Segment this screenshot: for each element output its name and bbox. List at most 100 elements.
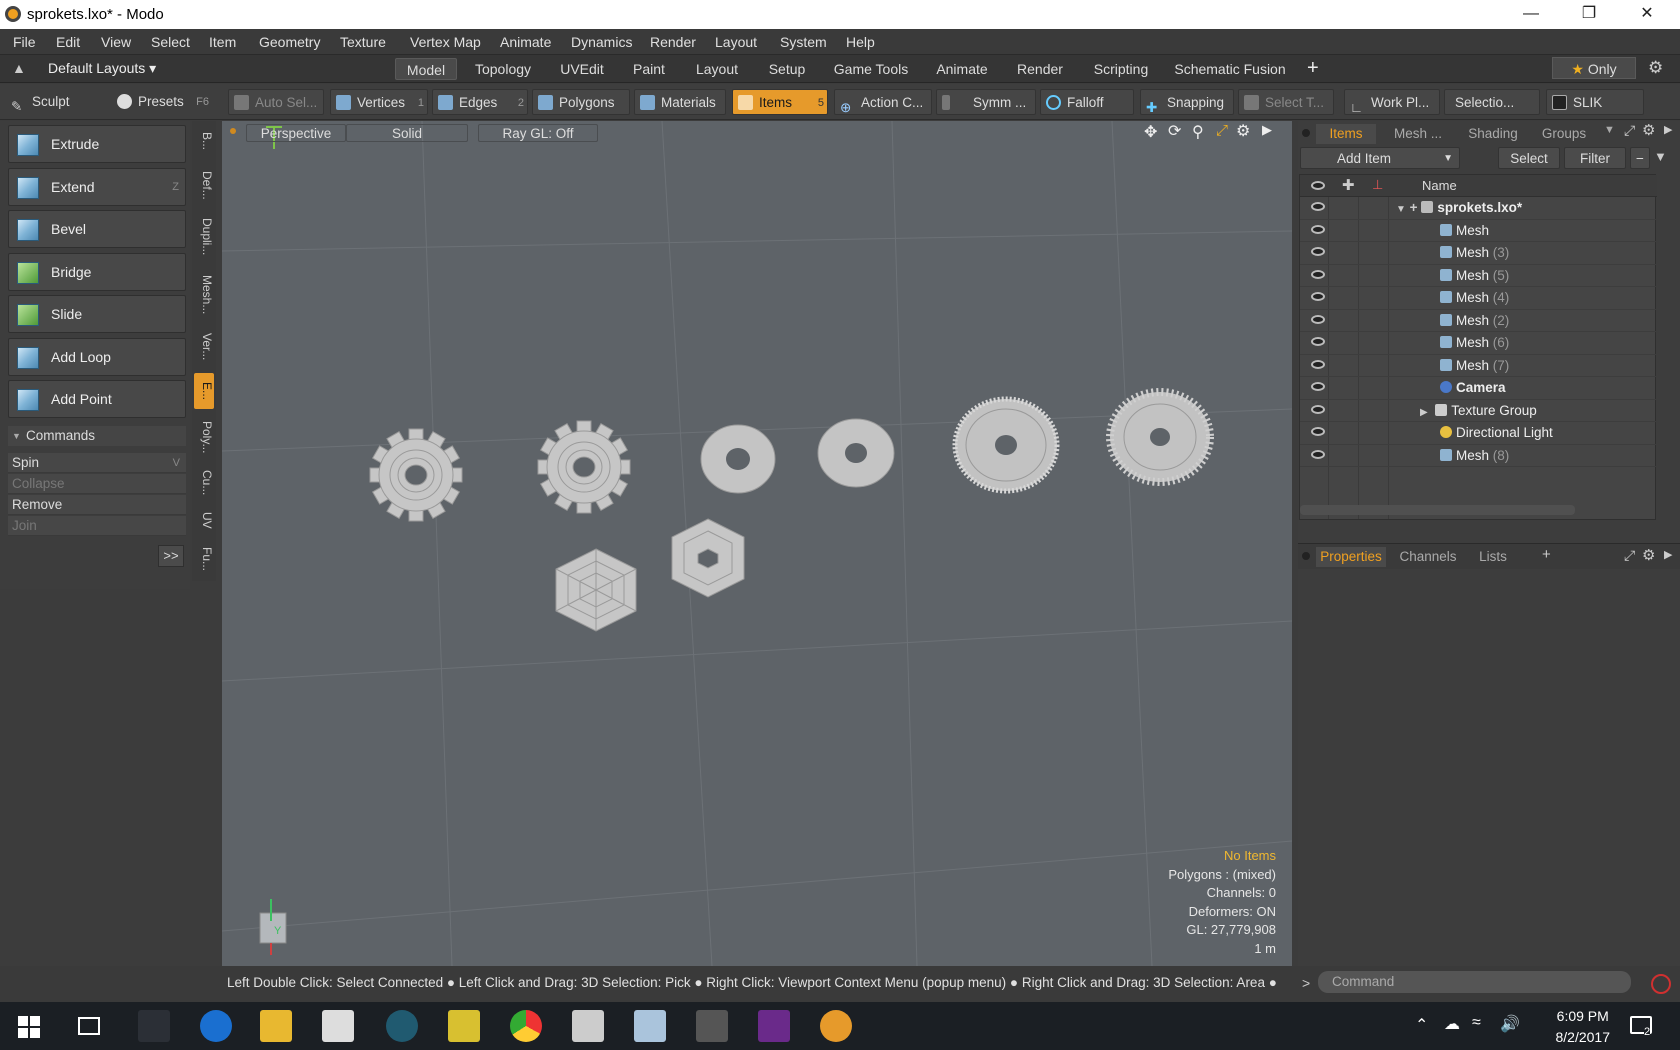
expand-panel-icon[interactable]: ⤢	[1624, 547, 1635, 564]
close-icon[interactable]: ✕	[1620, 0, 1674, 29]
chrome-icon[interactable]	[510, 1010, 542, 1042]
app-icon-yellow[interactable]	[448, 1010, 480, 1042]
funnel-icon[interactable]: ▼	[1654, 149, 1667, 164]
panel-gear-icon[interactable]: ⚙	[1642, 546, 1655, 564]
list-item[interactable]: Mesh (6)	[1300, 332, 1657, 355]
tabs-dropdown-icon[interactable]: ▼	[1604, 124, 1615, 136]
menu-select[interactable]: Select	[151, 34, 190, 50]
mail-icon[interactable]	[322, 1010, 354, 1042]
select-button[interactable]: Select	[1498, 147, 1560, 169]
panel-arrow-icon[interactable]: ▶	[1664, 123, 1672, 136]
remove-command[interactable]: Remove	[8, 495, 186, 515]
tab-paint[interactable]: Paint	[624, 58, 674, 80]
list-item[interactable]: Camera	[1300, 377, 1657, 400]
list-item[interactable]: Mesh (3)	[1300, 242, 1657, 265]
vtab-vertex[interactable]: Ver...	[194, 327, 214, 367]
menu-item[interactable]: Item	[209, 34, 236, 50]
vtab-edge[interactable]: E...	[194, 373, 214, 409]
select-through-button[interactable]: Select T...	[1238, 89, 1334, 115]
wifi-icon[interactable]: ≈	[1472, 1014, 1481, 1032]
collapse-list-icon[interactable]: −	[1630, 147, 1650, 169]
menu-file[interactable]: File	[13, 34, 36, 50]
eye-icon[interactable]	[1311, 427, 1325, 436]
menu-vertex-map[interactable]: Vertex Map	[410, 34, 481, 50]
tab-render[interactable]: Render	[1010, 58, 1070, 80]
eye-icon[interactable]	[1311, 292, 1325, 301]
calculator-icon[interactable]	[696, 1010, 728, 1042]
tab-setup[interactable]: Setup	[760, 58, 814, 80]
collapse-command[interactable]: Collapse	[8, 474, 186, 494]
zoom-icon[interactable]: ⚲	[1192, 122, 1204, 142]
restore-icon[interactable]: ❐	[1562, 0, 1616, 29]
store-icon[interactable]	[138, 1010, 170, 1042]
expand-triangle-icon[interactable]: ▼	[1396, 204, 1406, 215]
commands-header[interactable]: ▼ Commands	[8, 426, 186, 446]
tray-chevron-icon[interactable]: ⌃	[1415, 1015, 1428, 1035]
axis-header-icon[interactable]: ⊥	[1372, 177, 1383, 193]
vtab-b[interactable]: B...	[194, 127, 214, 155]
menu-system[interactable]: System	[780, 34, 827, 50]
vtab-curve[interactable]: Cu...	[194, 465, 214, 501]
panel-gear-icon[interactable]: ⚙	[1642, 121, 1655, 139]
eye-icon[interactable]	[1311, 314, 1325, 324]
symmetry-button[interactable]: Symm ...	[936, 89, 1036, 115]
menu-render[interactable]: Render	[650, 34, 696, 50]
windows-start-icon[interactable]	[18, 1016, 40, 1038]
modo-taskbar-icon[interactable]	[820, 1010, 852, 1042]
menu-layout[interactable]: Layout	[715, 34, 757, 50]
join-command[interactable]: Join	[8, 516, 186, 536]
extrude-button[interactable]: Extrude	[8, 125, 186, 163]
sprocket-gear-2[interactable]	[537, 420, 631, 514]
tab-uvedit[interactable]: UVEdit	[552, 58, 612, 80]
edges-button[interactable]: Edges 2	[432, 89, 528, 115]
app-icon-figure[interactable]	[572, 1010, 604, 1042]
add-item-dropdown[interactable]: Add Item ▼	[1300, 147, 1460, 169]
menu-geometry[interactable]: Geometry	[259, 34, 320, 50]
eye-icon[interactable]	[1311, 247, 1325, 256]
vtab-uv[interactable]: UV	[194, 505, 214, 535]
list-item[interactable]: Mesh (8)	[1300, 445, 1657, 467]
add-loop-button[interactable]: Add Loop	[8, 338, 186, 376]
items-button[interactable]: Items 5	[732, 89, 828, 115]
add-tab-icon[interactable]: +	[1307, 57, 1319, 80]
selection-sets-button[interactable]: Selectio...	[1444, 89, 1540, 115]
list-item[interactable]: Mesh (5)	[1300, 265, 1657, 287]
auto-select-button[interactable]: Auto Sel...	[228, 89, 324, 115]
eye-icon[interactable]	[1311, 269, 1325, 279]
menu-help[interactable]: Help	[846, 34, 875, 50]
list-item[interactable]: Mesh (7)	[1300, 355, 1657, 377]
bevel-button[interactable]: Bevel	[8, 210, 186, 248]
spin-command[interactable]: Spin V	[8, 453, 186, 473]
menu-view[interactable]: View	[101, 34, 131, 50]
list-item[interactable]: Directional Light	[1300, 422, 1657, 445]
tab-schematic-fusion[interactable]: Schematic Fusion	[1172, 58, 1288, 80]
minimize-icon[interactable]: —	[1504, 0, 1558, 29]
action-center-button[interactable]: ⊕ Action C...	[834, 89, 932, 115]
menu-texture[interactable]: Texture	[340, 34, 386, 50]
panel-arrow-icon[interactable]: ▶	[1664, 548, 1672, 561]
work-plane-button[interactable]: ∟ Work Pl...	[1344, 89, 1440, 115]
list-item[interactable]: Mesh	[1300, 220, 1657, 242]
vtab-deformers[interactable]: Def...	[194, 163, 214, 207]
taskbar-clock[interactable]: 6:09 PM 8/2/2017	[1556, 1006, 1611, 1048]
menu-animate[interactable]: Animate	[500, 34, 551, 50]
tab-groups[interactable]: Groups	[1534, 124, 1594, 144]
tab-scripting[interactable]: Scripting	[1086, 58, 1156, 80]
3d-viewport[interactable]: Y Perspective Solid Ray GL: Off ✥ ⟳ ⚲ ⤢ …	[222, 121, 1292, 966]
command-input[interactable]: Command	[1318, 971, 1631, 993]
eye-icon[interactable]	[1311, 224, 1325, 234]
tab-game-tools[interactable]: Game Tools	[828, 58, 914, 80]
maximize-icon[interactable]: ⤢	[1216, 122, 1228, 139]
tab-mesh-ops[interactable]: Mesh ...	[1386, 124, 1450, 144]
visibility-header-icon[interactable]	[1311, 181, 1325, 190]
viewport-arrow-icon[interactable]: ▶	[1262, 122, 1272, 138]
eye-icon[interactable]	[1311, 382, 1325, 391]
sprocket-gear-1[interactable]	[369, 428, 463, 522]
falloff-button[interactable]: Falloff	[1040, 89, 1134, 115]
tab-properties[interactable]: Properties	[1316, 547, 1386, 567]
vtab-duplicate[interactable]: Dupli...	[194, 213, 214, 261]
lock-header-icon[interactable]: ✚	[1342, 176, 1355, 194]
pan-icon[interactable]: ✥	[1144, 122, 1157, 142]
bridge-button[interactable]: Bridge	[8, 253, 186, 291]
list-item[interactable]: ▼ + sprokets.lxo*	[1300, 197, 1657, 220]
